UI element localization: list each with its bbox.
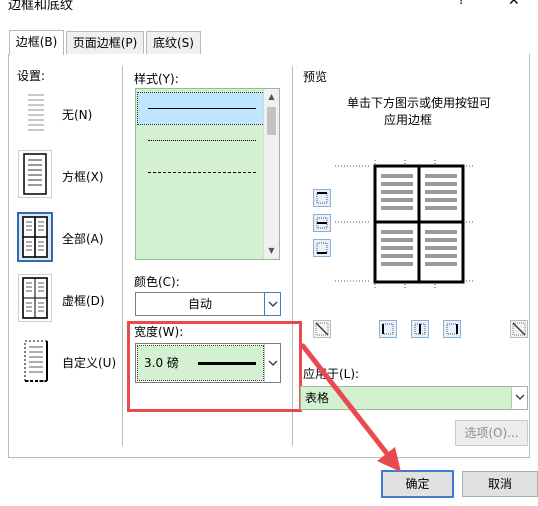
style-item-dash-small[interactable] bbox=[138, 157, 264, 188]
tab-shading[interactable]: 底纹(S) bbox=[146, 31, 201, 55]
custom-border-icon bbox=[18, 336, 52, 384]
scroll-thumb[interactable] bbox=[267, 107, 276, 135]
help-button[interactable]: ? bbox=[458, 0, 465, 8]
apply-to-dropdown[interactable]: 表格 bbox=[300, 386, 528, 410]
setting-none[interactable]: 无(N) bbox=[16, 88, 111, 138]
preview-instruction-line1: 单击下方图示或使用按钮可 bbox=[347, 96, 492, 110]
diagonal-up-border-button[interactable] bbox=[510, 320, 528, 338]
close-button[interactable]: ✕ bbox=[508, 0, 520, 9]
right-border-button[interactable] bbox=[443, 320, 461, 338]
color-heading: 颜色(C): bbox=[134, 275, 180, 289]
options-button[interactable]: 选项(O)... bbox=[455, 420, 528, 446]
settings-heading: 设置: bbox=[17, 69, 46, 83]
chevron-down-icon[interactable] bbox=[511, 387, 527, 409]
all-borders-icon bbox=[17, 212, 53, 262]
setting-grid-label: 虚框(D) bbox=[62, 294, 105, 308]
border-preview[interactable] bbox=[335, 160, 475, 290]
color-value: 自动 bbox=[188, 297, 213, 311]
style-item-dash[interactable] bbox=[138, 191, 264, 222]
preview-instruction-line2: 应用边框 bbox=[384, 113, 433, 127]
top-border-button[interactable] bbox=[313, 189, 331, 207]
grid-border-icon bbox=[18, 274, 52, 322]
style-scrollbar[interactable]: ▲ ▼ bbox=[263, 89, 279, 259]
window-title: 边框和底纹 bbox=[8, 0, 74, 12]
diagonal-down-border-button[interactable] bbox=[313, 320, 331, 338]
scroll-up-icon[interactable]: ▲ bbox=[264, 89, 279, 105]
inside-vertical-border-icon bbox=[414, 323, 426, 335]
setting-all[interactable]: 全部(A) bbox=[16, 212, 111, 262]
left-border-button[interactable] bbox=[379, 320, 397, 338]
top-border-icon bbox=[316, 192, 328, 204]
style-heading: 样式(Y): bbox=[134, 72, 179, 86]
divider-left bbox=[122, 66, 123, 446]
diagonal-up-icon bbox=[512, 322, 526, 336]
setting-custom[interactable]: 自定义(U) bbox=[16, 336, 121, 386]
scroll-down-icon[interactable]: ▼ bbox=[264, 243, 279, 259]
setting-box-label: 方框(X) bbox=[62, 170, 104, 184]
left-border-icon bbox=[382, 323, 394, 335]
diagonal-down-icon bbox=[315, 322, 329, 336]
apply-to-heading: 应用于(L): bbox=[303, 367, 360, 381]
setting-box[interactable]: 方框(X) bbox=[16, 150, 111, 200]
style-item-dotted[interactable] bbox=[138, 125, 264, 156]
apply-to-value: 表格 bbox=[305, 391, 330, 405]
inside-horizontal-border-button[interactable] bbox=[313, 214, 331, 232]
chevron-down-icon[interactable] bbox=[264, 292, 281, 316]
preview-heading: 预览 bbox=[303, 70, 328, 84]
inside-vertical-border-button[interactable] bbox=[411, 320, 429, 338]
none-border-icon bbox=[18, 88, 52, 136]
tab-page-border[interactable]: 页面边框(P) bbox=[66, 31, 144, 55]
bottom-border-button[interactable] bbox=[313, 239, 331, 257]
right-border-icon bbox=[446, 323, 458, 335]
setting-grid[interactable]: 虚框(D) bbox=[16, 274, 111, 324]
bottom-border-icon bbox=[316, 242, 328, 254]
title-bar: 边框和底纹 ? ✕ bbox=[0, 0, 538, 12]
color-dropdown[interactable]: 自动 bbox=[135, 292, 281, 316]
cancel-button[interactable]: 取消 bbox=[462, 471, 538, 497]
annotation-highlight-box bbox=[127, 321, 302, 412]
style-listbox[interactable]: ▲ ▼ bbox=[135, 88, 280, 260]
style-item-solid[interactable] bbox=[137, 92, 265, 125]
box-border-icon bbox=[18, 150, 52, 198]
setting-all-label: 全部(A) bbox=[62, 232, 104, 246]
tab-borders[interactable]: 边框(B) bbox=[9, 30, 64, 55]
style-item-dash-dot[interactable] bbox=[138, 225, 264, 256]
setting-none-label: 无(N) bbox=[62, 108, 93, 122]
inside-horizontal-border-icon bbox=[316, 217, 328, 229]
ok-button[interactable]: 确定 bbox=[381, 470, 454, 498]
setting-custom-label: 自定义(U) bbox=[62, 356, 117, 370]
